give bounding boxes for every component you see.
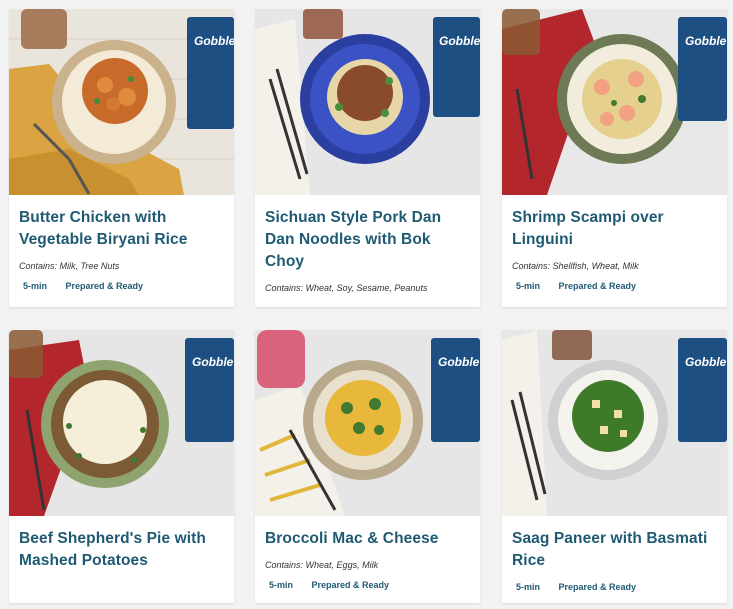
meal-meta: 5-min Prepared & Ready bbox=[265, 580, 470, 590]
meal-meta bbox=[265, 303, 470, 307]
allergen-info: Contains: Milk, Tree Nuts bbox=[19, 261, 224, 271]
allergen-info: Contains: Wheat, Eggs, Milk bbox=[265, 560, 470, 570]
allergen-list: Shellfish, Wheat, Milk bbox=[552, 261, 639, 271]
meal-title[interactable]: Shrimp Scampi over Linguini bbox=[512, 207, 717, 251]
meal-card[interactable]: Gobble Butter Chicken with Vegetable Bir… bbox=[9, 9, 234, 307]
brand-logo: Gobble bbox=[192, 355, 234, 369]
prepared-badge: Prepared & Ready bbox=[558, 281, 637, 291]
prepared-badge: Prepared & Ready bbox=[558, 582, 637, 592]
meal-meta: 5-min Prepared & Ready bbox=[19, 281, 224, 291]
brand-logo: Gobble bbox=[438, 355, 480, 369]
contains-label: Contains: bbox=[19, 261, 58, 271]
meal-card[interactable]: Gobble Broccoli Mac & Cheese Contains: W… bbox=[255, 330, 480, 603]
meal-photo: Gobble bbox=[255, 330, 480, 516]
brand-logo: Gobble bbox=[685, 34, 727, 48]
meal-photo: Gobble bbox=[502, 330, 727, 516]
meal-title[interactable]: Saag Paneer with Basmati Rice bbox=[512, 528, 717, 572]
meal-title[interactable]: Beef Shepherd's Pie with Mashed Potatoes bbox=[19, 528, 224, 572]
brand-logo: Gobble bbox=[194, 34, 234, 48]
allergen-info: Contains: Shellfish, Wheat, Milk bbox=[512, 261, 717, 271]
prep-time: 5-min bbox=[516, 281, 541, 291]
meal-meta: 5-min Prepared & Ready bbox=[512, 582, 717, 592]
contains-label: Contains: bbox=[265, 560, 304, 570]
contains-label: Contains: bbox=[512, 261, 551, 271]
allergen-info: Contains: Wheat, Soy, Sesame, Peanuts bbox=[265, 283, 470, 293]
meal-title[interactable]: Broccoli Mac & Cheese bbox=[265, 528, 470, 550]
meal-meta: 5-min Prepared & Ready bbox=[512, 281, 717, 291]
meal-card[interactable]: Gobble Beef Shepherd's Pie with Mashed P… bbox=[9, 330, 234, 603]
meal-photo: Gobble bbox=[9, 9, 234, 195]
prepared-badge: Prepared & Ready bbox=[311, 580, 390, 590]
meal-card[interactable]: Gobble Sichuan Style Pork Dan Dan Noodle… bbox=[255, 9, 480, 307]
contains-label: Contains: bbox=[265, 283, 304, 293]
meal-card[interactable]: Gobble Saag Paneer with Basmati Rice 5-m… bbox=[502, 330, 727, 603]
meal-title[interactable]: Sichuan Style Pork Dan Dan Noodles with … bbox=[265, 207, 470, 273]
allergen-list: Wheat, Eggs, Milk bbox=[305, 560, 379, 570]
meal-photo: Gobble bbox=[9, 330, 234, 516]
meal-photo: Gobble bbox=[255, 9, 480, 195]
brand-logo: Gobble bbox=[439, 34, 480, 48]
prep-time: 5-min bbox=[269, 580, 294, 590]
prep-time: 5-min bbox=[516, 582, 541, 592]
prep-time: 5-min bbox=[23, 281, 48, 291]
meal-title[interactable]: Butter Chicken with Vegetable Biryani Ri… bbox=[19, 207, 224, 251]
brand-logo: Gobble bbox=[685, 355, 727, 369]
allergen-list: Milk, Tree Nuts bbox=[59, 261, 120, 271]
meal-photo: Gobble bbox=[502, 9, 727, 195]
meal-grid: Gobble Butter Chicken with Vegetable Bir… bbox=[0, 0, 733, 609]
meal-card[interactable]: Gobble Shrimp Scampi over Linguini Conta… bbox=[502, 9, 727, 307]
prepared-badge: Prepared & Ready bbox=[65, 281, 144, 291]
allergen-list: Wheat, Soy, Sesame, Peanuts bbox=[305, 283, 428, 293]
